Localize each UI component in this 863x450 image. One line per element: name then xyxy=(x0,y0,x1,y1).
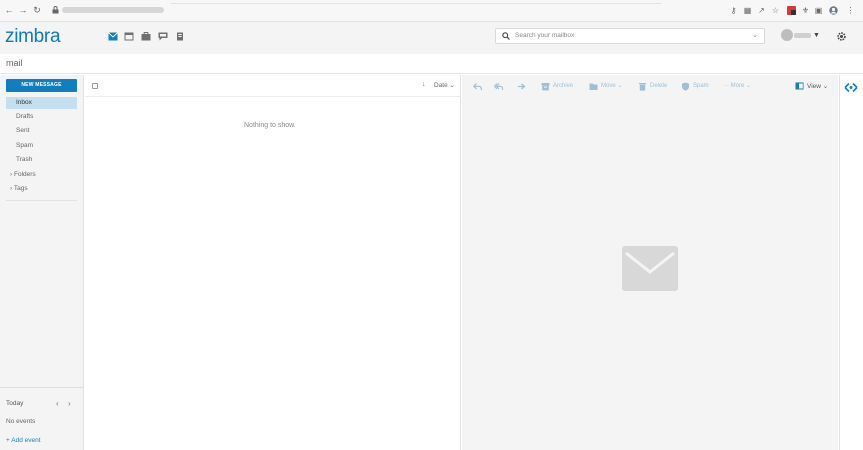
chevron-right-icon[interactable]: › xyxy=(68,399,71,408)
divider xyxy=(0,387,84,388)
search-placeholder: Search your mailbox xyxy=(515,32,575,39)
add-event-link[interactable]: + Add event xyxy=(6,437,41,445)
chevron-right-icon: › xyxy=(10,171,13,178)
chevron-right-icon: › xyxy=(10,185,13,192)
today-label[interactable]: Today xyxy=(6,400,23,408)
delete-button[interactable]: Delete xyxy=(650,83,667,90)
reload-icon[interactable]: ↻ xyxy=(32,5,42,15)
profile-icon[interactable] xyxy=(829,6,838,15)
chevron-down-icon: ⌄ xyxy=(449,82,455,89)
empty-state-text: Nothing to show. xyxy=(244,122,296,129)
lock-icon xyxy=(52,6,59,14)
archive-icon[interactable] xyxy=(541,82,550,91)
avatar[interactable] xyxy=(781,29,793,41)
briefcase-icon[interactable] xyxy=(141,32,151,41)
tab-divider xyxy=(170,3,662,4)
page-title: mail xyxy=(6,58,23,68)
key-icon[interactable]: ⚷ xyxy=(729,6,738,15)
view-button[interactable]: View ⌄ xyxy=(807,83,828,90)
sidebar-item-folders[interactable]: › Folders xyxy=(6,169,77,181)
chat-icon[interactable] xyxy=(158,32,168,41)
envelope-icon xyxy=(622,246,678,291)
sort-label: Date xyxy=(434,82,448,89)
extension-badge-icon[interactable] xyxy=(787,6,796,15)
user-menu-caret-icon[interactable]: ▼ xyxy=(813,32,820,40)
reply-all-icon[interactable] xyxy=(494,82,503,91)
select-all-checkbox[interactable] xyxy=(92,83,98,89)
chevron-left-icon[interactable]: ‹ xyxy=(56,399,59,408)
sidebar-item-label: Tags xyxy=(13,185,28,192)
sidebar-item-tags[interactable]: › Tags xyxy=(6,183,77,195)
calendar-icon[interactable] xyxy=(124,32,134,41)
trash-icon[interactable] xyxy=(638,82,647,91)
notebook-icon[interactable] xyxy=(175,32,185,41)
right-rail xyxy=(839,75,863,450)
move-label: Move xyxy=(601,83,616,89)
menu-dots-icon[interactable]: ⋮ xyxy=(846,6,855,15)
gear-icon[interactable] xyxy=(836,31,847,42)
sidebar-item-sent[interactable]: Sent xyxy=(6,125,77,137)
star-icon[interactable]: ☆ xyxy=(771,6,780,15)
user-name[interactable] xyxy=(794,33,811,38)
no-events-label: No events xyxy=(6,418,36,425)
mail-icon[interactable] xyxy=(108,32,118,41)
zimlet-icon[interactable] xyxy=(844,82,858,93)
add-event-label: Add event xyxy=(11,437,41,444)
move-button[interactable]: Move ⌄ xyxy=(601,83,622,90)
forward-icon[interactable]: → xyxy=(18,5,28,15)
puzzle-icon[interactable]: ⚜ xyxy=(801,6,810,15)
sidebar-item-trash[interactable]: Trash xyxy=(6,154,77,166)
forward-icon[interactable] xyxy=(517,82,526,91)
translate-icon[interactable]: ▦ xyxy=(743,6,752,15)
shield-icon[interactable] xyxy=(681,82,690,91)
search-icon xyxy=(502,32,510,40)
move-folder-icon[interactable] xyxy=(589,82,598,91)
sort-dropdown[interactable]: Date ⌄ xyxy=(434,82,455,90)
message-list xyxy=(85,75,461,450)
address-bar[interactable] xyxy=(62,7,164,13)
share-icon[interactable]: ↗ xyxy=(757,6,766,15)
back-icon[interactable]: ← xyxy=(4,5,14,15)
sidebar-item-inbox[interactable]: Inbox xyxy=(6,97,77,109)
chevron-down-icon[interactable]: ⌄ xyxy=(752,32,758,40)
sidepanel-icon[interactable]: ▣ xyxy=(814,6,823,15)
message-list-header xyxy=(85,75,461,97)
reply-icon[interactable] xyxy=(473,82,482,91)
new-message-button[interactable]: NEW MESSAGE xyxy=(6,79,77,92)
layout-view-icon[interactable] xyxy=(795,82,804,90)
chevron-down-icon: ⌄ xyxy=(617,83,623,89)
chevron-down-icon: ⌄ xyxy=(746,83,752,89)
archive-button[interactable]: Archive xyxy=(553,83,573,90)
more-label: More xyxy=(730,83,745,89)
more-button[interactable]: ··· More ⌄ xyxy=(723,83,751,90)
chevron-down-icon: ⌄ xyxy=(822,83,829,90)
spam-button[interactable]: Spam xyxy=(693,83,709,90)
zimbra-logo[interactable]: zimbra xyxy=(5,27,61,47)
sidebar-item-label: Folders xyxy=(13,171,36,178)
sidebar-item-spam[interactable]: Spam xyxy=(6,140,77,152)
sort-arrow-icon[interactable]: ↓ xyxy=(422,81,426,89)
view-label: View xyxy=(807,83,821,90)
plus-icon: + xyxy=(6,437,10,444)
divider xyxy=(6,200,77,201)
sidebar-item-drafts[interactable]: Drafts xyxy=(6,111,77,123)
more-dots-icon: ··· xyxy=(723,83,729,89)
module-bar xyxy=(0,54,863,74)
